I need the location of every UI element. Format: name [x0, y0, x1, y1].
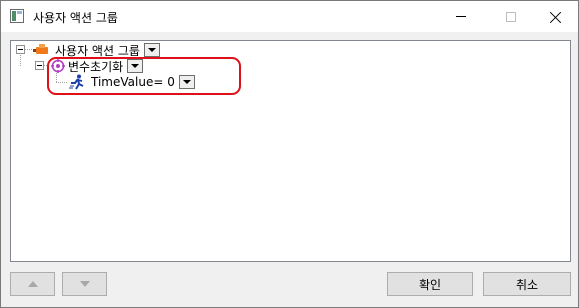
tree-connector [20, 55, 21, 67]
tree-connector [25, 49, 33, 50]
child-collapse-toggle[interactable] [35, 61, 44, 70]
root-label: 사용자 액션 그룹 [55, 43, 140, 58]
highlight-annotation [47, 57, 241, 95]
arrow-down-icon [79, 281, 90, 287]
dialog-window: 사용자 액션 그룹 사용자 액션 그룹 변수초기화 TimeValue= 0 확… [0, 0, 579, 308]
cancel-button[interactable]: 취소 [483, 272, 571, 296]
arrow-up-icon [27, 281, 38, 287]
action-group-icon [33, 44, 48, 54]
minimize-button[interactable] [438, 1, 484, 32]
window-title: 사용자 액션 그룹 [33, 11, 118, 25]
root-collapse-toggle[interactable] [16, 45, 25, 54]
tree-node-root[interactable]: 사용자 액션 그룹 [33, 42, 160, 58]
close-icon [550, 11, 562, 23]
root-dropdown-button[interactable] [143, 43, 160, 57]
app-icon [10, 9, 24, 23]
maximize-button [488, 1, 534, 32]
close-button[interactable] [533, 1, 579, 32]
move-down-button [62, 272, 107, 296]
minimize-icon [456, 16, 466, 17]
ok-button[interactable]: 확인 [387, 272, 473, 296]
title-bar: 사용자 액션 그룹 [1, 1, 578, 32]
move-up-button [10, 272, 55, 296]
maximize-icon [506, 11, 516, 22]
